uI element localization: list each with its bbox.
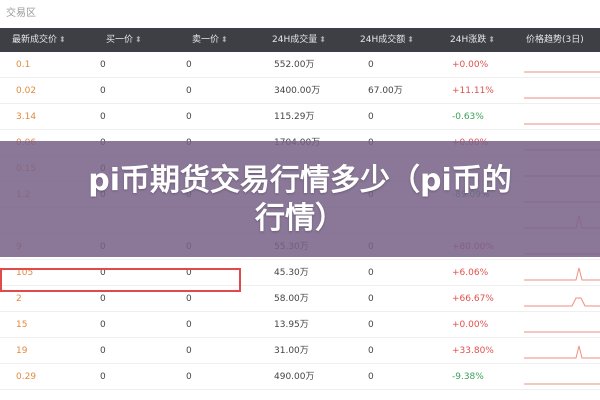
price-trend-sparkline bbox=[524, 71, 600, 73]
cell-volume: 45.30万 bbox=[274, 268, 309, 278]
cell-amount: 0 bbox=[368, 112, 374, 122]
table-header: 最新成交价 ⬍ 买一价 ⬍ 卖一价 ⬍ 24H成交量 ⬍ 24H成交额 ⬍ 24H涨跌 ⬍ … bbox=[0, 28, 600, 52]
table-row[interactable]: 0.1 0 0 552.00万 0 +0.00% bbox=[0, 52, 600, 78]
sort-icon[interactable]: ⬍ bbox=[59, 35, 66, 44]
sort-icon[interactable]: ⬍ bbox=[221, 35, 228, 44]
cell-change: -0.63% bbox=[452, 112, 484, 122]
price-trend-sparkline bbox=[524, 123, 600, 125]
header-24h-amount-label: 24H成交额 bbox=[360, 35, 406, 45]
header-trend-label: 价格趋势(3日) bbox=[526, 35, 584, 45]
table-row[interactable]: 0.02 0 0 3400.00万 67.00万 +11.11% bbox=[0, 78, 600, 104]
cell-buy-price: 0 bbox=[100, 86, 106, 96]
cell-change: +0.00% bbox=[452, 320, 489, 330]
header-buy-one-label: 买一价 bbox=[106, 35, 134, 45]
header-buy-one[interactable]: 买一价 ⬍ bbox=[106, 28, 142, 52]
sort-icon[interactable]: ⬍ bbox=[135, 35, 142, 44]
cell-buy-price: 0 bbox=[100, 112, 106, 122]
header-trend: 价格趋势(3日) bbox=[526, 28, 584, 52]
highlight-box bbox=[0, 268, 241, 292]
cell-price: 0.1 bbox=[16, 60, 31, 70]
banner-title-line-1: pi币期货交易行情多少（pi币的 bbox=[88, 163, 512, 198]
price-trend-sparkline bbox=[524, 383, 600, 385]
cell-sell-price: 0 bbox=[186, 86, 192, 96]
cell-buy-price: 0 bbox=[100, 372, 106, 382]
cell-price: 0.29 bbox=[16, 372, 37, 382]
cell-change: +6.06% bbox=[452, 268, 489, 278]
cell-price: 19 bbox=[16, 346, 28, 356]
breadcrumb: 交易区 bbox=[6, 8, 36, 19]
price-trend-sparkline bbox=[524, 345, 600, 359]
cell-amount: 0 bbox=[368, 294, 374, 304]
price-trend-sparkline bbox=[524, 267, 600, 281]
cell-buy-price: 0 bbox=[100, 60, 106, 70]
price-trend-sparkline bbox=[524, 297, 600, 307]
cell-volume: 13.95万 bbox=[274, 320, 309, 330]
cell-sell-price: 0 bbox=[186, 60, 192, 70]
banner-title: pi币期货交易行情多少（pi币的 行情） bbox=[40, 162, 560, 238]
cell-volume: 3400.00万 bbox=[274, 86, 321, 96]
cell-price: 15 bbox=[16, 320, 28, 330]
header-24h-change-label: 24H涨跌 bbox=[450, 35, 487, 45]
cell-price: 3.14 bbox=[16, 112, 37, 122]
header-latest-price-label: 最新成交价 bbox=[12, 35, 58, 45]
cell-sell-price: 0 bbox=[186, 372, 192, 382]
table-row[interactable]: 0.29 0 0 490.00万 0 -9.38% bbox=[0, 364, 600, 390]
cell-price: 0.02 bbox=[16, 86, 37, 96]
sparkline-path bbox=[524, 267, 600, 281]
cell-change: +0.00% bbox=[452, 60, 489, 70]
header-latest-price[interactable]: 最新成交价 ⬍ bbox=[12, 28, 66, 52]
cell-buy-price: 0 bbox=[100, 320, 106, 330]
cell-change: -9.38% bbox=[452, 372, 484, 382]
cell-amount: 67.00万 bbox=[368, 86, 403, 96]
cell-volume: 552.00万 bbox=[274, 60, 315, 70]
banner-title-line-2: 行情） bbox=[255, 201, 345, 236]
cell-amount: 0 bbox=[368, 372, 374, 382]
price-trend-sparkline bbox=[524, 97, 600, 99]
cell-sell-price: 0 bbox=[186, 112, 192, 122]
header-24h-volume-label: 24H成交量 bbox=[272, 35, 318, 45]
sort-icon[interactable]: ⬍ bbox=[319, 35, 326, 44]
table-row[interactable]: 3.14 0 0 115.29万 0 -0.63% bbox=[0, 104, 600, 130]
cell-buy-price: 0 bbox=[100, 346, 106, 356]
cell-change: +11.11% bbox=[452, 86, 494, 96]
cell-volume: 490.00万 bbox=[274, 372, 315, 382]
cell-sell-price: 0 bbox=[186, 346, 192, 356]
cell-volume: 58.00万 bbox=[274, 294, 309, 304]
cell-volume: 31.00万 bbox=[274, 346, 309, 356]
cell-change: +66.67% bbox=[452, 294, 494, 304]
table-row[interactable]: 15 0 0 13.95万 0 +0.00% bbox=[0, 312, 600, 338]
cell-sell-price: 0 bbox=[186, 320, 192, 330]
table-row[interactable]: 19 0 0 31.00万 0 +33.80% bbox=[0, 338, 600, 364]
sort-icon[interactable]: ⬍ bbox=[488, 35, 495, 44]
sparkline-path bbox=[524, 297, 600, 307]
cell-amount: 0 bbox=[368, 60, 374, 70]
cell-amount: 0 bbox=[368, 268, 374, 278]
header-24h-amount[interactable]: 24H成交额 ⬍ bbox=[360, 28, 414, 52]
header-sell-one-label: 卖一价 bbox=[192, 35, 220, 45]
header-24h-volume[interactable]: 24H成交量 ⬍ bbox=[272, 28, 326, 52]
cell-change: +33.80% bbox=[452, 346, 494, 356]
sparkline-path bbox=[524, 345, 600, 359]
header-sell-one[interactable]: 卖一价 ⬍ bbox=[192, 28, 228, 52]
header-24h-change[interactable]: 24H涨跌 ⬍ bbox=[450, 28, 495, 52]
sort-icon[interactable]: ⬍ bbox=[407, 35, 414, 44]
price-trend-sparkline bbox=[524, 331, 600, 333]
cell-amount: 0 bbox=[368, 346, 374, 356]
cell-amount: 0 bbox=[368, 320, 374, 330]
cell-volume: 115.29万 bbox=[274, 112, 315, 122]
